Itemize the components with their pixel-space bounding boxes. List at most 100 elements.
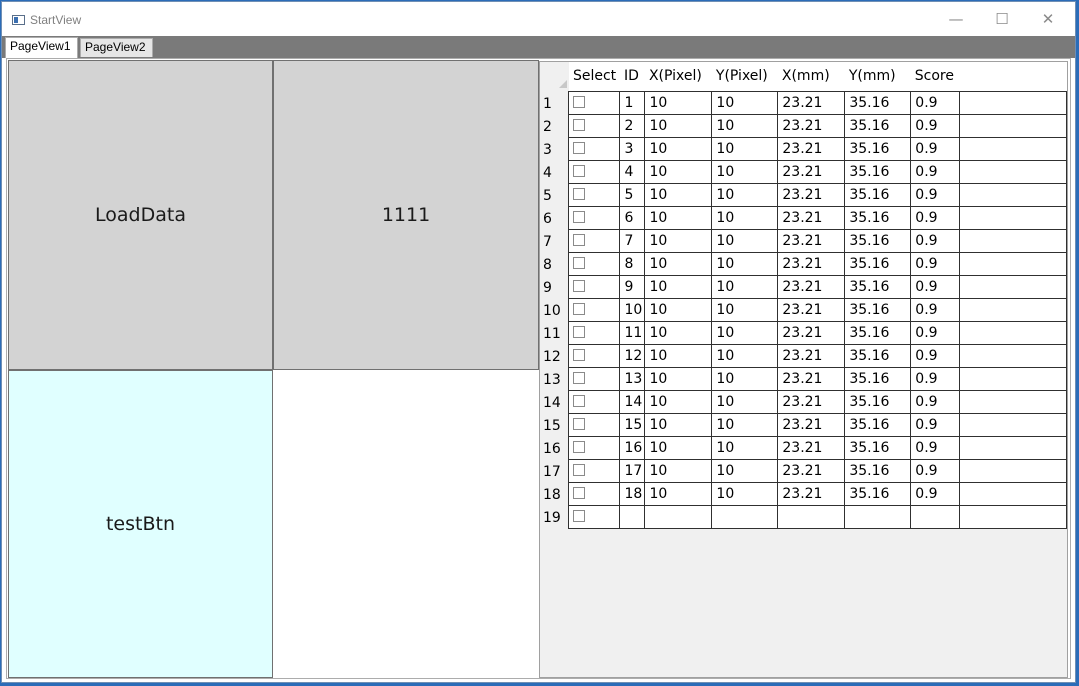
cell-x-pixel[interactable]: 10	[644, 343, 713, 368]
row-header[interactable]: 13	[540, 367, 569, 390]
select-checkbox[interactable]	[573, 187, 586, 200]
cell-score[interactable]: 0.9	[910, 205, 961, 230]
cell-x-pixel[interactable]: 10	[644, 274, 713, 299]
cell-score[interactable]: 0.9	[910, 297, 961, 322]
table-row[interactable]: 17 17 10 10 23.21 35.16 0.9	[540, 458, 1067, 483]
cell-x-mm[interactable]: 23.21	[777, 159, 846, 184]
cell-y-mm[interactable]: 35.16	[844, 389, 912, 414]
cell-x-pixel[interactable]: 10	[644, 481, 713, 506]
cell-x-mm[interactable]: 23.21	[777, 228, 846, 253]
cell-id[interactable]: 1	[619, 90, 646, 115]
cell-x-mm[interactable]: 23.21	[777, 90, 846, 115]
cell-score[interactable]: 0.9	[910, 251, 961, 276]
load-data-button[interactable]: LoadData	[8, 60, 273, 370]
cell-x-mm[interactable]: 23.21	[777, 412, 846, 437]
row-header[interactable]: 9	[540, 275, 569, 298]
cell-score[interactable]: 0.9	[910, 182, 961, 207]
title-bar[interactable]: StartView — ☐ ✕	[2, 2, 1075, 36]
cell-y-mm[interactable]: 35.16	[844, 251, 912, 276]
col-header-id[interactable]: ID	[619, 62, 645, 91]
cell-y-mm[interactable]: 35.16	[844, 182, 912, 207]
cell-y-mm[interactable]: 35.16	[844, 205, 912, 230]
cell-y-pixel[interactable]: 10	[711, 297, 779, 322]
cell-id[interactable]: 16	[619, 435, 646, 460]
cell-id[interactable]: 11	[619, 320, 646, 345]
cell-x-mm[interactable]: 23.21	[777, 274, 846, 299]
cell-id[interactable]: 4	[619, 159, 646, 184]
cell-x-mm[interactable]: 23.21	[777, 389, 846, 414]
cell-id[interactable]	[619, 504, 646, 529]
cell-score[interactable]: 0.9	[910, 435, 961, 460]
cell-x-pixel[interactable]: 10	[644, 113, 713, 138]
cell-x-pixel[interactable]: 10	[644, 458, 713, 483]
cell-y-mm[interactable]: 35.16	[844, 412, 912, 437]
cell-y-mm[interactable]	[844, 504, 912, 529]
cell-id[interactable]: 12	[619, 343, 646, 368]
row-header[interactable]: 18	[540, 482, 569, 505]
cell-score[interactable]	[910, 504, 961, 529]
cell-id[interactable]: 18	[619, 481, 646, 506]
cell-x-mm[interactable]: 23.21	[777, 136, 846, 161]
cell-y-mm[interactable]: 35.16	[844, 320, 912, 345]
cell-y-pixel[interactable]: 10	[711, 320, 779, 345]
select-checkbox[interactable]	[573, 210, 586, 223]
table-row[interactable]: 16 16 10 10 23.21 35.16 0.9	[540, 435, 1067, 460]
row-header[interactable]: 4	[540, 160, 569, 183]
test-button[interactable]: testBtn	[8, 370, 273, 678]
cell-x-mm[interactable]: 23.21	[777, 458, 846, 483]
cell-x-pixel[interactable]: 10	[644, 435, 713, 460]
row-header[interactable]: 16	[540, 436, 569, 459]
cell-y-pixel[interactable]: 10	[711, 90, 779, 115]
cell-id[interactable]: 10	[619, 297, 646, 322]
select-checkbox[interactable]	[573, 141, 586, 154]
select-checkbox[interactable]	[573, 463, 586, 476]
table-row[interactable]: 18 18 10 10 23.21 35.16 0.9	[540, 481, 1067, 506]
cell-y-pixel[interactable]: 10	[711, 136, 779, 161]
cell-x-pixel[interactable]: 10	[644, 251, 713, 276]
cell-id[interactable]: 3	[619, 136, 646, 161]
select-checkbox[interactable]	[573, 486, 586, 499]
cell-x-pixel[interactable]: 10	[644, 90, 713, 115]
row-header[interactable]: 11	[540, 321, 569, 344]
cell-x-pixel[interactable]	[644, 504, 713, 529]
cell-x-mm[interactable]: 23.21	[777, 297, 846, 322]
cell-x-pixel[interactable]: 10	[644, 389, 713, 414]
row-header[interactable]: 8	[540, 252, 569, 275]
cell-y-pixel[interactable]: 10	[711, 274, 779, 299]
cell-y-pixel[interactable]: 10	[711, 205, 779, 230]
cell-y-mm[interactable]: 35.16	[844, 366, 912, 391]
col-header-y-mm[interactable]: Y(mm)	[844, 62, 911, 91]
table-row[interactable]: 6 6 10 10 23.21 35.16 0.9	[540, 205, 1067, 230]
row-header[interactable]: 15	[540, 413, 569, 436]
row-header[interactable]: 5	[540, 183, 569, 206]
cell-score[interactable]: 0.9	[910, 274, 961, 299]
cell-x-pixel[interactable]: 10	[644, 159, 713, 184]
cell-id[interactable]: 15	[619, 412, 646, 437]
cell-score[interactable]: 0.9	[910, 343, 961, 368]
cell-x-pixel[interactable]: 10	[644, 228, 713, 253]
select-checkbox[interactable]	[573, 256, 586, 269]
select-checkbox[interactable]	[573, 279, 586, 292]
table-row[interactable]: 9 9 10 10 23.21 35.16 0.9	[540, 274, 1067, 299]
row-header[interactable]: 10	[540, 298, 569, 321]
cell-x-pixel[interactable]: 10	[644, 297, 713, 322]
cell-y-pixel[interactable]: 10	[711, 182, 779, 207]
row-header[interactable]: 12	[540, 344, 569, 367]
row-header[interactable]: 7	[540, 229, 569, 252]
button-1111[interactable]: 1111	[273, 60, 539, 370]
cell-y-pixel[interactable]: 10	[711, 228, 779, 253]
cell-score[interactable]: 0.9	[910, 366, 961, 391]
cell-id[interactable]: 2	[619, 113, 646, 138]
cell-x-mm[interactable]: 23.21	[777, 182, 846, 207]
cell-x-pixel[interactable]: 10	[644, 320, 713, 345]
cell-x-mm[interactable]: 23.21	[777, 435, 846, 460]
data-grid[interactable]: Select ID X(Pixel) Y(Pixel) X(mm) Y(mm) …	[539, 61, 1068, 678]
select-checkbox[interactable]	[573, 302, 586, 315]
select-checkbox[interactable]	[573, 325, 586, 338]
cell-id[interactable]: 8	[619, 251, 646, 276]
table-row[interactable]: 19	[540, 504, 1067, 529]
row-header[interactable]: 17	[540, 459, 569, 482]
cell-x-mm[interactable]: 23.21	[777, 366, 846, 391]
maximize-button[interactable]: ☐	[979, 2, 1025, 36]
cell-x-mm[interactable]	[777, 504, 846, 529]
